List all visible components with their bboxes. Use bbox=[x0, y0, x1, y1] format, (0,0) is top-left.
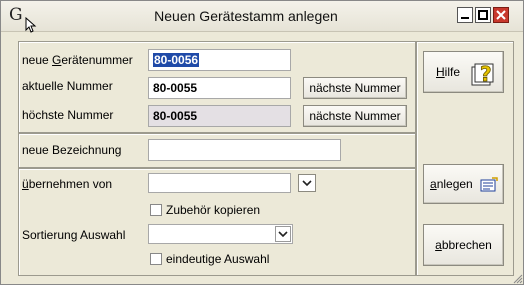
maximize-icon bbox=[478, 10, 488, 20]
svg-text:?: ? bbox=[480, 62, 492, 86]
next-number-button-2[interactable]: nächste Nummer bbox=[303, 105, 407, 127]
new-device-number-label: neue Gerätenummer bbox=[22, 53, 133, 67]
new-device-number-input[interactable]: 80-0056 bbox=[148, 49, 291, 71]
take-over-from-input[interactable] bbox=[148, 173, 291, 193]
copy-accessories-label: Zubehör kopieren bbox=[166, 203, 261, 217]
help-label: Hilfe bbox=[436, 65, 461, 79]
close-button[interactable] bbox=[493, 7, 509, 23]
next-number-button[interactable]: nächste Nummer bbox=[303, 77, 407, 99]
highest-number-label: höchste Nummer bbox=[22, 108, 114, 122]
new-record-icon bbox=[480, 177, 498, 192]
action-panel: Hilfe ? anlegen abbrechen bbox=[416, 41, 514, 276]
help-button[interactable]: Hilfe ? bbox=[423, 51, 504, 93]
take-over-from-dropdown-button[interactable] bbox=[298, 174, 316, 192]
new-description-input[interactable] bbox=[148, 139, 341, 161]
options-panel: übernehmen von Zubehör kopieren Sortieru… bbox=[18, 168, 416, 276]
sort-selection-label: Sortierung Auswahl bbox=[22, 228, 126, 242]
minimize-button[interactable] bbox=[457, 7, 473, 23]
take-over-from-label: übernehmen von bbox=[22, 177, 113, 191]
unique-selection-label: eindeutige Auswahl bbox=[166, 252, 270, 266]
window-title: Neuen Gerätestamm anlegen bbox=[154, 8, 338, 24]
number-panel: neue Gerätenummer 80-0056 aktuelle Numme… bbox=[18, 41, 416, 133]
background-edge-bottom bbox=[0, 285, 530, 292]
unique-selection-checkbox[interactable] bbox=[150, 253, 162, 265]
cancel-button[interactable]: abbrechen bbox=[423, 224, 504, 266]
create-button[interactable]: anlegen bbox=[423, 164, 504, 204]
cancel-label: abbrechen bbox=[435, 238, 492, 252]
chevron-down-icon bbox=[278, 231, 288, 238]
dialog-window: G Neuen Gerätestamm anlegen neue Geräten… bbox=[0, 0, 524, 285]
highest-number-input: 80-0055 bbox=[148, 105, 291, 127]
resize-grip-icon[interactable] bbox=[513, 274, 523, 284]
help-question-icon: ? bbox=[471, 62, 494, 86]
new-description-label: neue Bezeichnung bbox=[22, 143, 122, 157]
description-panel: neue Bezeichnung bbox=[18, 133, 416, 168]
current-number-input[interactable]: 80-0055 bbox=[148, 77, 291, 99]
maximize-button[interactable] bbox=[475, 7, 491, 23]
title-bar[interactable]: G Neuen Gerätestamm anlegen bbox=[1, 1, 523, 33]
create-label: anlegen bbox=[430, 177, 473, 191]
chevron-down-icon bbox=[302, 180, 312, 187]
minimize-icon bbox=[461, 17, 469, 19]
background-edge-right bbox=[524, 0, 530, 292]
copy-accessories-checkbox[interactable] bbox=[150, 204, 162, 216]
sort-selection-arrow[interactable] bbox=[275, 226, 291, 242]
sort-selection-select[interactable] bbox=[148, 224, 293, 244]
close-icon bbox=[496, 10, 506, 20]
current-number-label: aktuelle Nummer bbox=[22, 79, 113, 93]
